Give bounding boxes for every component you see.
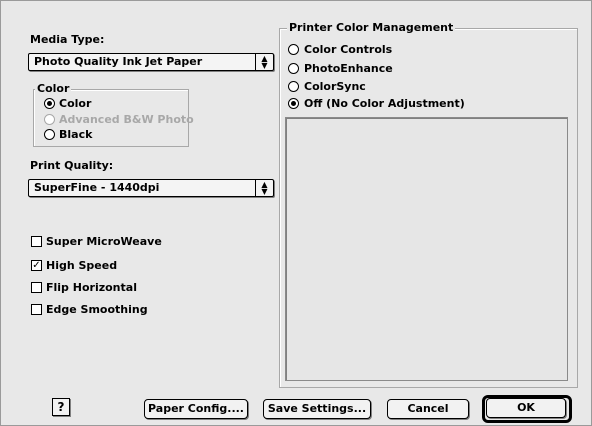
radio-photoenhance-label: PhotoEnhance: [304, 62, 393, 75]
checkbox-edge-smoothing-label: Edge Smoothing: [46, 303, 148, 316]
radio-off-no-color-adjustment-label: Off (No Color Adjustment): [304, 97, 465, 110]
checkbox-edge-smoothing[interactable]: [31, 304, 42, 315]
radio-advanced-bw-photo: [44, 114, 55, 125]
color-settings-panel: [285, 117, 568, 381]
color-group-title: Color: [35, 82, 72, 95]
print-quality-value: SuperFine - 1440dpi: [34, 181, 160, 194]
print-quality-popup[interactable]: SuperFine - 1440dpi ▲ ▼: [28, 179, 274, 197]
media-type-value: Photo Quality Ink Jet Paper: [34, 55, 203, 68]
radio-colorsync[interactable]: [288, 81, 299, 92]
checkbox-super-microweave[interactable]: [31, 236, 42, 247]
help-icon: ?: [57, 400, 65, 414]
checkbox-high-speed[interactable]: ✓: [31, 260, 42, 271]
radio-colorsync-label: ColorSync: [304, 80, 366, 93]
paper-config-button[interactable]: Paper Config....: [144, 399, 248, 419]
radio-color-controls-label: Color Controls: [304, 43, 393, 56]
help-button[interactable]: ?: [52, 398, 70, 416]
color-management-title: Printer Color Management: [287, 21, 456, 34]
checkbox-high-speed-label: High Speed: [46, 259, 118, 272]
checkbox-flip-horizontal-label: Flip Horizontal: [46, 281, 137, 294]
cancel-button[interactable]: Cancel: [387, 399, 469, 419]
radio-advanced-bw-photo-label: Advanced B&W Photo: [59, 113, 194, 126]
radio-black-label: Black: [59, 128, 93, 141]
radio-black[interactable]: [44, 129, 55, 140]
checkbox-super-microweave-label: Super MicroWeave: [46, 235, 162, 248]
ok-button[interactable]: OK: [486, 398, 566, 418]
media-type-label: Media Type:: [30, 33, 105, 46]
ok-default-ring: OK: [482, 395, 572, 423]
radio-color-controls[interactable]: [288, 44, 299, 55]
radio-off-no-color-adjustment[interactable]: [288, 98, 299, 109]
radio-color-label: Color: [59, 97, 92, 110]
popup-arrows-icon: ▲ ▼: [255, 180, 273, 196]
checkbox-flip-horizontal[interactable]: [31, 282, 42, 293]
print-quality-label: Print Quality:: [30, 159, 114, 172]
radio-photoenhance[interactable]: [288, 63, 299, 74]
save-settings-button[interactable]: Save Settings...: [263, 399, 371, 419]
radio-color[interactable]: [44, 98, 55, 109]
popup-arrows-icon: ▲ ▼: [255, 54, 273, 70]
media-type-popup[interactable]: Photo Quality Ink Jet Paper ▲ ▼: [28, 53, 274, 71]
